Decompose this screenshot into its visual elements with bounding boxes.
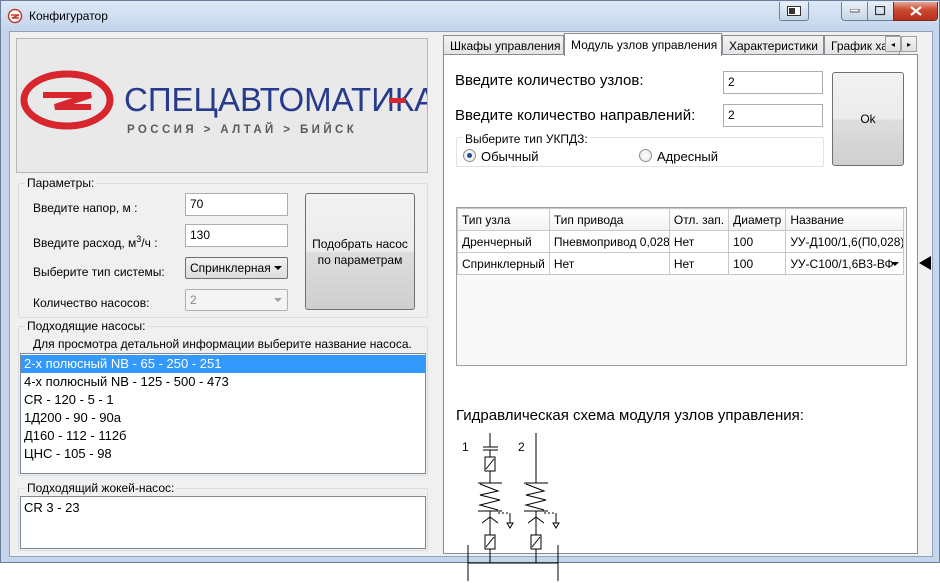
cell-diameter[interactable]: 100: [728, 230, 787, 253]
tab-control-module[interactable]: Модуль узлов управления: [564, 33, 722, 56]
pumps-count-label: Количество насосов:: [33, 296, 150, 310]
maximize-icon: [875, 6, 886, 16]
maximize-button[interactable]: [867, 2, 894, 21]
flow-input[interactable]: 130: [185, 224, 288, 247]
jockey-list[interactable]: CR 3 - 23: [20, 496, 426, 549]
app-window: Конфигуратор СПЕЦАВТОМАТИКА РОССИЯ > АЛТ…: [0, 0, 940, 581]
radio-address-label[interactable]: Адресный: [657, 149, 718, 164]
nodes-table: Тип узла Тип привода Отл. зап. Диаметр Н…: [456, 207, 907, 366]
title-bar[interactable]: Конфигуратор: [1, 1, 939, 31]
control-module-page: Введите количество узлов: 2 Введите коли…: [443, 54, 918, 581]
scheme-title: Гидравлическая схема модуля узлов управл…: [456, 407, 804, 424]
col-delay[interactable]: Отл. зап.: [668, 208, 730, 231]
cell-drive-type[interactable]: Пневмопривод 0,028: [548, 230, 670, 253]
head-label: Введите напор, м :: [33, 201, 138, 215]
table-row[interactable]: Спринклерный Нет Нет 100 УУ-С100/1,6В3-В…: [457, 252, 905, 275]
jockey-group-title: Подходящий жокей-насос:: [25, 481, 177, 495]
list-item[interactable]: CR 3 - 23: [21, 499, 425, 517]
window-title: Конфигуратор: [29, 9, 108, 23]
table-row[interactable]: Дренчерный Пневмопривод 0,028 Нет 100 УУ…: [457, 230, 905, 253]
col-drive-type[interactable]: Тип привода: [548, 208, 670, 231]
client-area: СПЕЦАВТОМАТИКА РОССИЯ > АЛТАЙ > БИЙСК Па…: [9, 31, 933, 581]
system-type-select[interactable]: Спринклерная: [185, 257, 288, 279]
list-item[interactable]: Д160 - 112 - 112б: [21, 427, 425, 445]
chevron-right-icon: ▸: [906, 39, 911, 49]
logo-tagline: РОССИЯ > АЛТАЙ > БИЙСК: [127, 123, 357, 136]
params-group-title: Параметры:: [25, 176, 97, 190]
ukpdz-type-title: Выберите тип УКПДЗ:: [463, 132, 590, 146]
pumps-group-title: Подходящие насосы:: [25, 319, 148, 333]
help-button[interactable]: [779, 2, 809, 21]
jockey-group: Подходящий жокей-насос: CR 3 - 23: [18, 481, 428, 551]
radio-ordinary-label[interactable]: Обычный: [481, 149, 538, 164]
system-type-label: Выберите тип системы:: [33, 265, 165, 279]
chevron-down-icon: [274, 266, 282, 270]
col-diameter[interactable]: Диаметр: [728, 208, 787, 231]
directions-count-input[interactable]: 2: [723, 104, 823, 127]
system-type-value: Спринклерная: [190, 261, 271, 275]
app-icon: [7, 8, 23, 24]
spetsavtomatika-logo: СПЕЦАВТОМАТИКА РОССИЯ > АЛТАЙ > БИЙСК: [20, 70, 436, 136]
cell-diameter[interactable]: 100: [728, 252, 787, 275]
ok-button[interactable]: Ok: [832, 72, 904, 166]
splitter-arrow-icon[interactable]: [919, 256, 931, 270]
tab-characteristics[interactable]: Характеристики: [722, 35, 824, 55]
tab-cabinets[interactable]: Шкафы управления: [443, 35, 564, 55]
pumps-hint: Для просмотра детальной информации выбер…: [33, 337, 412, 351]
head-input[interactable]: 70: [185, 193, 288, 216]
logo-company-text: СПЕЦАВТОМАТИКА: [124, 81, 427, 118]
select-pump-button[interactable]: Подобрать насос по параметрам: [305, 193, 415, 310]
scheme-label-2: 2: [518, 440, 525, 454]
cell-delay[interactable]: Нет: [668, 252, 730, 275]
nodes-data-table: Тип узла Тип привода Отл. зап. Диаметр Н…: [457, 208, 905, 275]
tab-scroll-left-button[interactable]: ◂: [885, 36, 901, 52]
list-item[interactable]: 1Д200 - 90 - 90а: [21, 409, 425, 427]
pumps-count-value: 2: [190, 293, 197, 307]
cell-name[interactable]: УУ-Д100/1,6(П0,028)-: [785, 230, 905, 253]
company-logo: СПЕЦАВТОМАТИКА РОССИЯ > АЛТАЙ > БИЙСК: [16, 38, 436, 173]
close-button[interactable]: [893, 2, 938, 21]
cell-drive-type[interactable]: Нет: [548, 252, 670, 275]
radio-ordinary[interactable]: [463, 149, 476, 162]
chevron-down-icon: [891, 262, 900, 266]
logo-dash: [389, 98, 406, 103]
radio-address[interactable]: [639, 149, 652, 162]
window-layout-icon: [787, 6, 801, 16]
col-node-type[interactable]: Тип узла: [457, 208, 550, 231]
nodes-count-label: Введите количество узлов:: [455, 72, 644, 89]
flow-label-text: Введите расход, м: [33, 236, 137, 250]
list-item[interactable]: CR - 120 - 5 - 1: [21, 391, 425, 409]
ukpdz-type-group: Выберите тип УКПДЗ: Обычный Адресный: [456, 132, 824, 167]
tab-scroll-right-button[interactable]: ▸: [901, 36, 917, 52]
cell-name: УУ-С100/1,6В3-ВФ: [790, 256, 894, 271]
cell-name-combo[interactable]: УУ-С100/1,6В3-ВФ: [785, 252, 905, 275]
list-item[interactable]: 4-х полюсный NB - 125 - 500 - 473: [21, 373, 425, 391]
flow-label-suffix: /ч :: [141, 236, 158, 250]
list-item[interactable]: ЦНС - 105 - 98: [21, 445, 425, 463]
col-name[interactable]: Название: [785, 208, 905, 231]
cell-node-type[interactable]: Спринклерный: [457, 252, 550, 275]
pumps-count-select[interactable]: 2: [185, 289, 288, 311]
minimize-button[interactable]: [841, 2, 868, 21]
chevron-down-icon: [274, 298, 282, 302]
close-icon: [909, 6, 922, 16]
params-group: Параметры: Введите напор, м : 70 Введите…: [18, 176, 428, 318]
pumps-list[interactable]: 2-х полюсный NB - 65 - 250 - 251 4-х пол…: [20, 353, 426, 474]
list-item[interactable]: 2-х полюсный NB - 65 - 250 - 251: [21, 355, 425, 373]
cell-delay[interactable]: Нет: [668, 230, 730, 253]
cell-node-type[interactable]: Дренчерный: [457, 230, 550, 253]
flow-label: Введите расход, м3/ч :: [33, 234, 158, 250]
scheme-label-1: 1: [462, 440, 469, 454]
directions-count-label: Введите количество направлений:: [455, 107, 696, 124]
chevron-left-icon: ◂: [890, 39, 895, 49]
hydraulic-scheme: 1 2: [462, 433, 560, 581]
pumps-group: Подходящие насосы: Для просмотра детальн…: [18, 319, 428, 476]
nodes-count-input[interactable]: 2: [723, 71, 823, 94]
minimize-icon: [849, 9, 859, 13]
